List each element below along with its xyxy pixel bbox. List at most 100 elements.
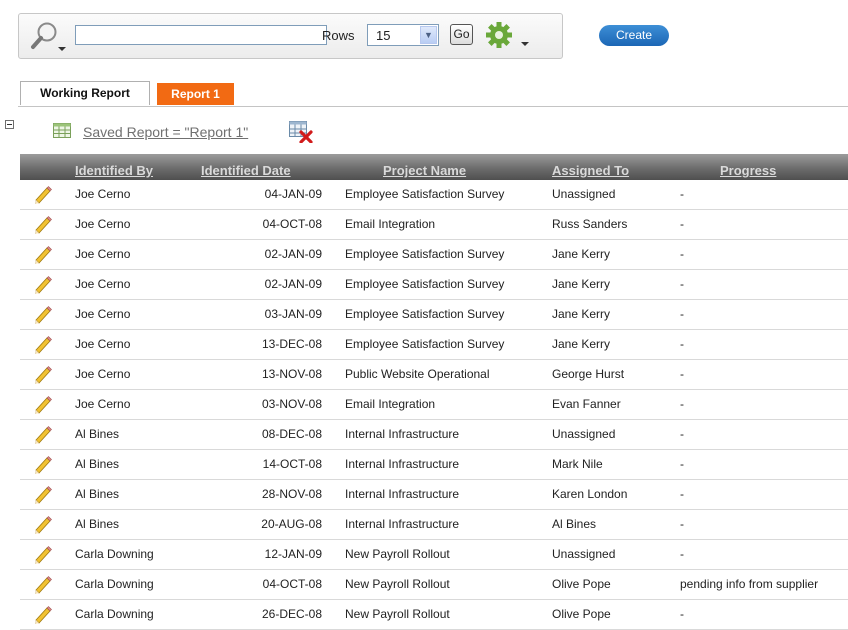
cell-identified-by: Carla Downing — [75, 607, 154, 621]
cell-project-name: Internal Infrastructure — [345, 457, 460, 471]
cell-progress: - — [680, 607, 684, 621]
cell-identified-date: 26-DEC-08 — [261, 607, 322, 621]
cell-identified-by: Al Bines — [75, 517, 120, 531]
table-row: Joe Cerno 02-JAN-09 Employee Satisfaction … — [20, 270, 848, 300]
cell-assigned-to: Mark Nile — [552, 457, 603, 471]
edit-pencil-icon[interactable] — [33, 425, 53, 445]
cell-identified-date: 04-OCT-08 — [262, 577, 322, 591]
cell-assigned-to: Jane Kerry — [552, 307, 611, 321]
cell-project-name: Internal Infrastructure — [345, 517, 460, 531]
table-row: Joe Cerno 13-DEC-08 Employee Satisfaction … — [20, 330, 848, 360]
edit-pencil-icon[interactable] — [33, 335, 53, 355]
cell-identified-by: Joe Cerno — [75, 397, 131, 411]
cell-identified-date: 02-JAN-09 — [264, 277, 322, 291]
table-row: Al Bines 28-NOV-08 Internal Infrastructure… — [20, 480, 848, 510]
cell-progress: - — [680, 397, 684, 411]
column-header-project-name[interactable]: Project Name — [383, 154, 466, 180]
cell-identified-date: 02-JAN-09 — [264, 247, 322, 261]
table-row: Al Bines 08-DEC-08 Internal Infrastructure… — [20, 420, 848, 450]
cell-project-name: Internal Infrastructure — [345, 487, 460, 501]
edit-pencil-icon[interactable] — [33, 245, 53, 265]
cell-identified-date: 14-OCT-08 — [262, 457, 322, 471]
cell-assigned-to: Olive Pope — [552, 607, 611, 621]
cell-identified-date: 03-JAN-09 — [264, 307, 322, 321]
rows-label: Rows — [322, 28, 355, 43]
cell-project-name: Employee Satisfaction Survey — [345, 277, 505, 291]
cell-progress: - — [680, 457, 684, 471]
cell-project-name: Public Website Operational — [345, 367, 490, 381]
edit-pencil-icon[interactable] — [33, 575, 53, 595]
table-row: Joe Cerno 04-JAN-09 Employee Satisfaction … — [20, 180, 848, 210]
cell-assigned-to: Jane Kerry — [552, 277, 611, 291]
chevron-down-icon[interactable]: ▼ — [420, 26, 437, 44]
edit-pencil-icon[interactable] — [33, 515, 53, 535]
cell-identified-date: 20-AUG-08 — [261, 517, 322, 531]
table-header: Identified By Identified Date Project Na… — [20, 154, 848, 180]
report-table: Identified By Identified Date Project Na… — [20, 154, 848, 630]
cell-project-name: Employee Satisfaction Survey — [345, 337, 505, 351]
cell-project-name: Email Integration — [345, 397, 436, 411]
cell-identified-date: 08-DEC-08 — [261, 427, 322, 441]
saved-report-link[interactable]: Saved Report = "Report 1" — [83, 124, 248, 140]
cell-project-name: Internal Infrastructure — [345, 427, 460, 441]
cell-assigned-to: Unassigned — [552, 427, 616, 441]
cell-assigned-to: Russ Sanders — [552, 217, 628, 231]
cell-progress: - — [680, 187, 684, 201]
edit-pencil-icon[interactable] — [33, 485, 53, 505]
go-button[interactable]: Go — [450, 24, 473, 45]
column-header-identified-by[interactable]: Identified By — [75, 154, 153, 180]
cell-identified-date: 13-NOV-08 — [261, 367, 322, 381]
column-header-progress[interactable]: Progress — [720, 154, 776, 180]
edit-pencil-icon[interactable] — [33, 545, 53, 565]
cell-identified-by: Al Bines — [75, 457, 120, 471]
cell-progress: - — [680, 307, 684, 321]
delete-report-icon[interactable] — [289, 121, 313, 143]
cell-identified-date: 03-NOV-08 — [261, 397, 322, 411]
tab-report-1[interactable]: Report 1 — [157, 83, 234, 105]
collapse-icon[interactable] — [5, 120, 14, 129]
create-button[interactable]: Create — [599, 25, 669, 46]
saved-report-grid-icon — [53, 123, 71, 138]
cell-assigned-to: Evan Fanner — [552, 397, 621, 411]
cell-identified-by: Al Bines — [75, 487, 120, 501]
cell-identified-by: Joe Cerno — [75, 217, 131, 231]
cell-progress: - — [680, 247, 684, 261]
table-row: Carla Downing 04-OCT-08 New Payroll Rollou… — [20, 570, 848, 600]
column-header-assigned-to[interactable]: Assigned To — [552, 154, 629, 180]
table-body: Joe Cerno 04-JAN-09 Employee Satisfaction … — [20, 180, 848, 630]
gear-icon[interactable] — [485, 22, 531, 50]
table-row: Al Bines 20-AUG-08 Internal Infrastructure… — [20, 510, 848, 540]
table-row: Joe Cerno 04-OCT-08 Email Integration Russ … — [20, 210, 848, 240]
cell-identified-date: 13-DEC-08 — [261, 337, 322, 351]
column-header-identified-date[interactable]: Identified Date — [201, 154, 291, 180]
edit-pencil-icon[interactable] — [33, 365, 53, 385]
cell-assigned-to: Karen London — [552, 487, 628, 501]
table-row: Joe Cerno 03-JAN-09 Employee Satisfaction … — [20, 300, 848, 330]
cell-identified-by: Joe Cerno — [75, 367, 131, 381]
cell-identified-by: Carla Downing — [75, 547, 154, 561]
edit-pencil-icon[interactable] — [33, 215, 53, 235]
table-row: Joe Cerno 13-NOV-08 Public Website Operati… — [20, 360, 848, 390]
search-input[interactable] — [75, 25, 327, 45]
edit-pencil-icon[interactable] — [33, 455, 53, 475]
edit-pencil-icon[interactable] — [33, 275, 53, 295]
cell-assigned-to: Unassigned — [552, 547, 616, 561]
table-row: Al Bines 14-OCT-08 Internal Infrastructure… — [20, 450, 848, 480]
cell-project-name: Employee Satisfaction Survey — [345, 187, 505, 201]
edit-pencil-icon[interactable] — [33, 185, 53, 205]
cell-progress: - — [680, 277, 684, 291]
tab-working-report[interactable]: Working Report — [20, 81, 150, 105]
cell-assigned-to: Olive Pope — [552, 577, 611, 591]
edit-pencil-icon[interactable] — [33, 605, 53, 625]
search-toolbar: Rows 15 ▼ Go — [18, 13, 563, 59]
cell-identified-by: Joe Cerno — [75, 337, 131, 351]
cell-assigned-to: George Hurst — [552, 367, 625, 381]
cell-assigned-to: Unassigned — [552, 187, 616, 201]
edit-pencil-icon[interactable] — [33, 395, 53, 415]
rows-select[interactable]: 15 ▼ — [367, 24, 439, 46]
table-row: Joe Cerno 02-JAN-09 Employee Satisfaction … — [20, 240, 848, 270]
search-icon[interactable] — [28, 21, 68, 53]
cell-identified-date: 12-JAN-09 — [264, 547, 322, 561]
edit-pencil-icon[interactable] — [33, 305, 53, 325]
table-row: Carla Downing 12-JAN-09 New Payroll Rollou… — [20, 540, 848, 570]
